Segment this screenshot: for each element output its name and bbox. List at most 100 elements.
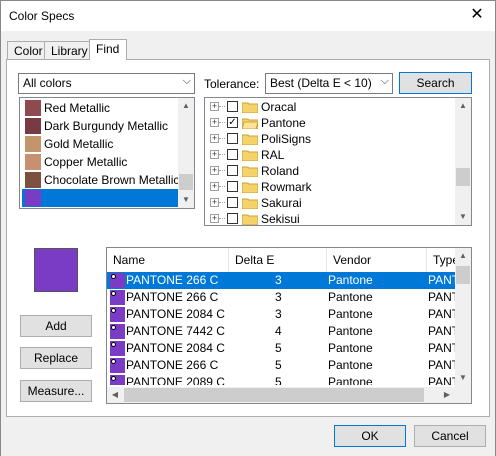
color-specs-dialog: Color Specs ✕ Color Library Find All col…: [0, 0, 496, 456]
add-button[interactable]: Add: [20, 315, 92, 337]
tolerance-value: Best (Delta E < 10): [270, 76, 372, 90]
library-checkbox[interactable]: [227, 181, 238, 192]
library-checkbox-checked[interactable]: ✓: [227, 117, 238, 128]
tree-item-sekisui[interactable]: + Sekisui: [205, 211, 455, 225]
color-list-scrollbar[interactable]: ▲ ▼: [178, 98, 194, 208]
color-list-item[interactable]: Gold Metallic: [22, 135, 192, 153]
expand-icon[interactable]: +: [210, 198, 219, 207]
tree-item-pantone[interactable]: + ✓ Pantone: [205, 115, 455, 131]
tolerance-select[interactable]: Best (Delta E < 10) ⌵: [265, 73, 393, 94]
tree-item-rowmark[interactable]: + Rowmark: [205, 179, 455, 195]
replace-button[interactable]: Replace: [20, 347, 92, 369]
expand-icon[interactable]: +: [210, 102, 219, 111]
dialog-footer: OK Cancel: [1, 419, 495, 456]
close-icon[interactable]: ✕: [467, 5, 487, 25]
tree-item-roland[interactable]: + Roland: [205, 163, 455, 179]
library-name: Roland: [261, 164, 300, 178]
color-list: Red Metallic Dark Burgundy Metallic Gold…: [19, 97, 195, 209]
color-list-item-selected[interactable]: [22, 189, 192, 207]
color-name: Copper Metallic: [44, 155, 128, 169]
library-checkbox[interactable]: [227, 149, 238, 160]
table-row[interactable]: PANTONE 7442 C 4 Pantone PANT: [107, 323, 459, 340]
expand-icon[interactable]: +: [210, 134, 219, 143]
search-button[interactable]: Search: [399, 72, 472, 94]
tab-color[interactable]: Color: [7, 41, 45, 59]
swatch-marker-icon: [111, 308, 116, 313]
tree-line: [219, 186, 225, 187]
color-list-item[interactable]: Red Metallic: [22, 99, 192, 117]
tree-item-sakurai[interactable]: + Sakurai: [205, 195, 455, 211]
library-checkbox[interactable]: [227, 165, 238, 176]
table-row-selected[interactable]: PANTONE 266 C 3 Pantone PANT: [107, 272, 459, 289]
table-row[interactable]: PANTONE 2084 C 5 Pantone PANT: [107, 340, 459, 357]
library-name: Pantone: [261, 116, 306, 130]
measure-button[interactable]: Measure...: [20, 380, 92, 402]
tab-library[interactable]: Library: [44, 41, 90, 59]
results-vertical-scrollbar[interactable]: ▲ ▼: [455, 248, 471, 387]
folder-icon: [242, 166, 258, 177]
cell-vendor: Pantone: [328, 307, 373, 321]
scroll-thumb[interactable]: [456, 266, 470, 284]
library-checkbox[interactable]: [227, 101, 238, 112]
color-swatch: [25, 172, 41, 188]
expand-icon[interactable]: +: [210, 214, 219, 223]
scroll-down-icon[interactable]: ▼: [178, 192, 194, 208]
table-row[interactable]: PANTONE 266 C 5 Pantone PANT: [107, 357, 459, 374]
library-checkbox[interactable]: [227, 213, 238, 224]
scroll-right-icon[interactable]: ▶: [439, 387, 455, 403]
color-list-item[interactable]: Dark Burgundy Metallic: [22, 117, 192, 135]
scroll-thumb[interactable]: [456, 168, 470, 186]
color-filter-value: All colors: [23, 76, 72, 90]
expand-icon[interactable]: +: [210, 166, 219, 175]
library-checkbox[interactable]: [227, 197, 238, 208]
tree-item-oracal[interactable]: + Oracal: [205, 99, 455, 115]
ok-button[interactable]: OK: [334, 425, 406, 447]
scroll-up-icon[interactable]: ▲: [455, 248, 471, 264]
results-horizontal-scrollbar[interactable]: ◀ ▶: [107, 387, 471, 403]
color-list-item[interactable]: Copper Metallic: [22, 153, 192, 171]
results-table: Name Delta E Vendor Type PANTONE 266 C 3…: [106, 247, 472, 404]
cell-name: PANTONE 266 C: [126, 358, 219, 372]
table-row[interactable]: PANTONE 2089 C 5 Pantone PANT: [107, 374, 457, 385]
scroll-up-icon[interactable]: ▲: [178, 98, 194, 114]
chevron-down-icon: ⌵: [380, 75, 389, 87]
scroll-down-icon[interactable]: ▼: [455, 370, 471, 386]
cell-vendor: Pantone: [328, 273, 373, 287]
swatch-marker-icon: [111, 342, 116, 347]
column-header-name[interactable]: Name: [107, 248, 229, 272]
swatch-marker-icon: [111, 376, 116, 381]
tab-find[interactable]: Find: [89, 39, 127, 60]
color-filter-select[interactable]: All colors ⌵: [18, 73, 195, 94]
cell-name: PANTONE 2084 C: [126, 307, 225, 321]
column-header-delta-e[interactable]: Delta E: [229, 248, 327, 272]
tree-line: [219, 138, 225, 139]
folder-icon: [242, 102, 258, 113]
folder-icon: [242, 214, 258, 225]
scroll-down-icon[interactable]: ▼: [455, 209, 471, 225]
table-row[interactable]: PANTONE 266 C 3 Pantone PANT: [107, 289, 459, 306]
window-title: Color Specs: [9, 9, 75, 23]
library-tree-scrollbar[interactable]: ▲ ▼: [455, 98, 471, 225]
scroll-left-icon[interactable]: ◀: [107, 387, 123, 403]
expand-icon[interactable]: +: [210, 182, 219, 191]
folder-open-icon: [242, 118, 258, 129]
color-list-item[interactable]: Chocolate Brown Metallic: [22, 171, 192, 189]
tree-line: [219, 170, 225, 171]
tree-item-ral[interactable]: + RAL: [205, 147, 455, 163]
folder-icon: [242, 198, 258, 209]
scroll-up-icon[interactable]: ▲: [455, 98, 471, 114]
swatch-marker-icon: [111, 274, 116, 279]
cell-vendor: Pantone: [328, 290, 373, 304]
expand-icon[interactable]: +: [210, 118, 219, 127]
swatch-marker-icon: [111, 291, 116, 296]
table-row[interactable]: PANTONE 2084 C 3 Pantone PANT: [107, 306, 459, 323]
scroll-thumb[interactable]: [124, 388, 424, 402]
swatch-marker-icon: [111, 325, 116, 330]
expand-icon[interactable]: +: [210, 150, 219, 159]
cancel-button[interactable]: Cancel: [414, 425, 486, 447]
library-checkbox[interactable]: [227, 133, 238, 144]
tree-item-polisigns[interactable]: + PoliSigns: [205, 131, 455, 147]
swatch-marker-icon: [111, 359, 116, 364]
scroll-thumb[interactable]: [179, 174, 193, 190]
column-header-vendor[interactable]: Vendor: [327, 248, 427, 272]
